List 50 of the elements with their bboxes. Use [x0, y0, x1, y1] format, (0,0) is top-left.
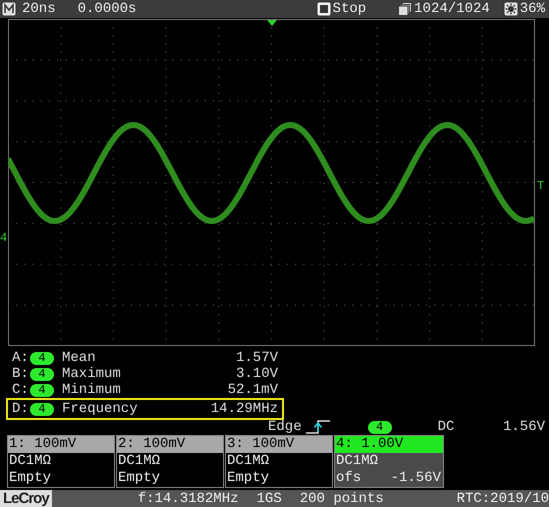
channel-panel[interactable]: 3: 100mV DC1MΩ Empty	[225, 435, 333, 488]
trigger-type: Edge	[268, 419, 302, 435]
offset-value: -1.56V	[390, 470, 441, 487]
timebase-value: 20ns	[22, 1, 56, 17]
measurement-value: 52.1mV	[228, 382, 278, 398]
menu-icon[interactable]	[2, 2, 16, 16]
point-count: 200 points	[300, 490, 384, 506]
measurement-name: Maximum	[62, 366, 122, 382]
channel-badge: 4	[30, 384, 54, 396]
channel-badge: 4	[30, 352, 54, 364]
trigger-coupling: DC	[438, 419, 454, 435]
brand-logo: LeCroy	[0, 490, 52, 507]
trigger-level: 1.56V	[502, 419, 545, 435]
measurement-slot: B:	[12, 366, 30, 382]
channel-coupling: DC1MΩ	[226, 453, 270, 470]
channel-badge: 4	[30, 368, 54, 380]
measurement-value: 14.29MHz	[210, 401, 278, 417]
channel-status: Empty	[9, 470, 52, 487]
delay-value: 0.0000s	[78, 1, 136, 17]
channel-scale: 4: 1.00V	[335, 436, 443, 453]
channel-status: ofs	[336, 470, 362, 487]
measurement-name: Frequency	[62, 401, 139, 417]
channel-scale: 3: 100mV	[226, 436, 332, 453]
measurement-value: 3.10V	[236, 366, 278, 382]
measurement-value: 1.57V	[236, 350, 278, 366]
channel-status: Empty	[227, 470, 270, 487]
channel-badge: 4	[368, 420, 392, 434]
measurement-name: Mean	[62, 350, 97, 366]
acquisition-count: 1024/1024	[414, 1, 490, 17]
frequency-readout: f:14.3182MHz	[138, 490, 239, 506]
channel-scale: 2: 100mV	[117, 436, 223, 453]
measurement-name: Minimum	[62, 382, 122, 398]
channel-badge: 4	[30, 402, 54, 416]
channel-coupling: DC1MΩ	[335, 453, 380, 470]
measurement-slot: C:	[12, 382, 30, 398]
clock-readout: RTC:2019/10	[456, 490, 549, 506]
channel-coupling: DC1MΩ	[117, 453, 162, 470]
channel-panel[interactable]: 1: 100mV DC1MΩ Empty	[7, 435, 115, 488]
channel-status: Empty	[118, 470, 160, 487]
channel-scale: 1: 100mV	[8, 436, 114, 453]
sample-rate: 1GS	[256, 490, 282, 506]
measurement-slot: D:	[12, 401, 30, 417]
channel-coupling: DC1MΩ	[8, 453, 52, 470]
trigger-position-icon[interactable]	[267, 20, 277, 26]
brightness-value: 36%	[520, 1, 545, 17]
stop-button[interactable]: Stop	[316, 1, 366, 17]
trigger-level-marker: T	[537, 179, 544, 193]
channel-marker: 4	[0, 231, 8, 245]
measurement-slot: A:	[12, 350, 30, 366]
channel-panel[interactable]: 4: 1.00V DC1MΩ ofs -1.56V	[334, 435, 444, 488]
